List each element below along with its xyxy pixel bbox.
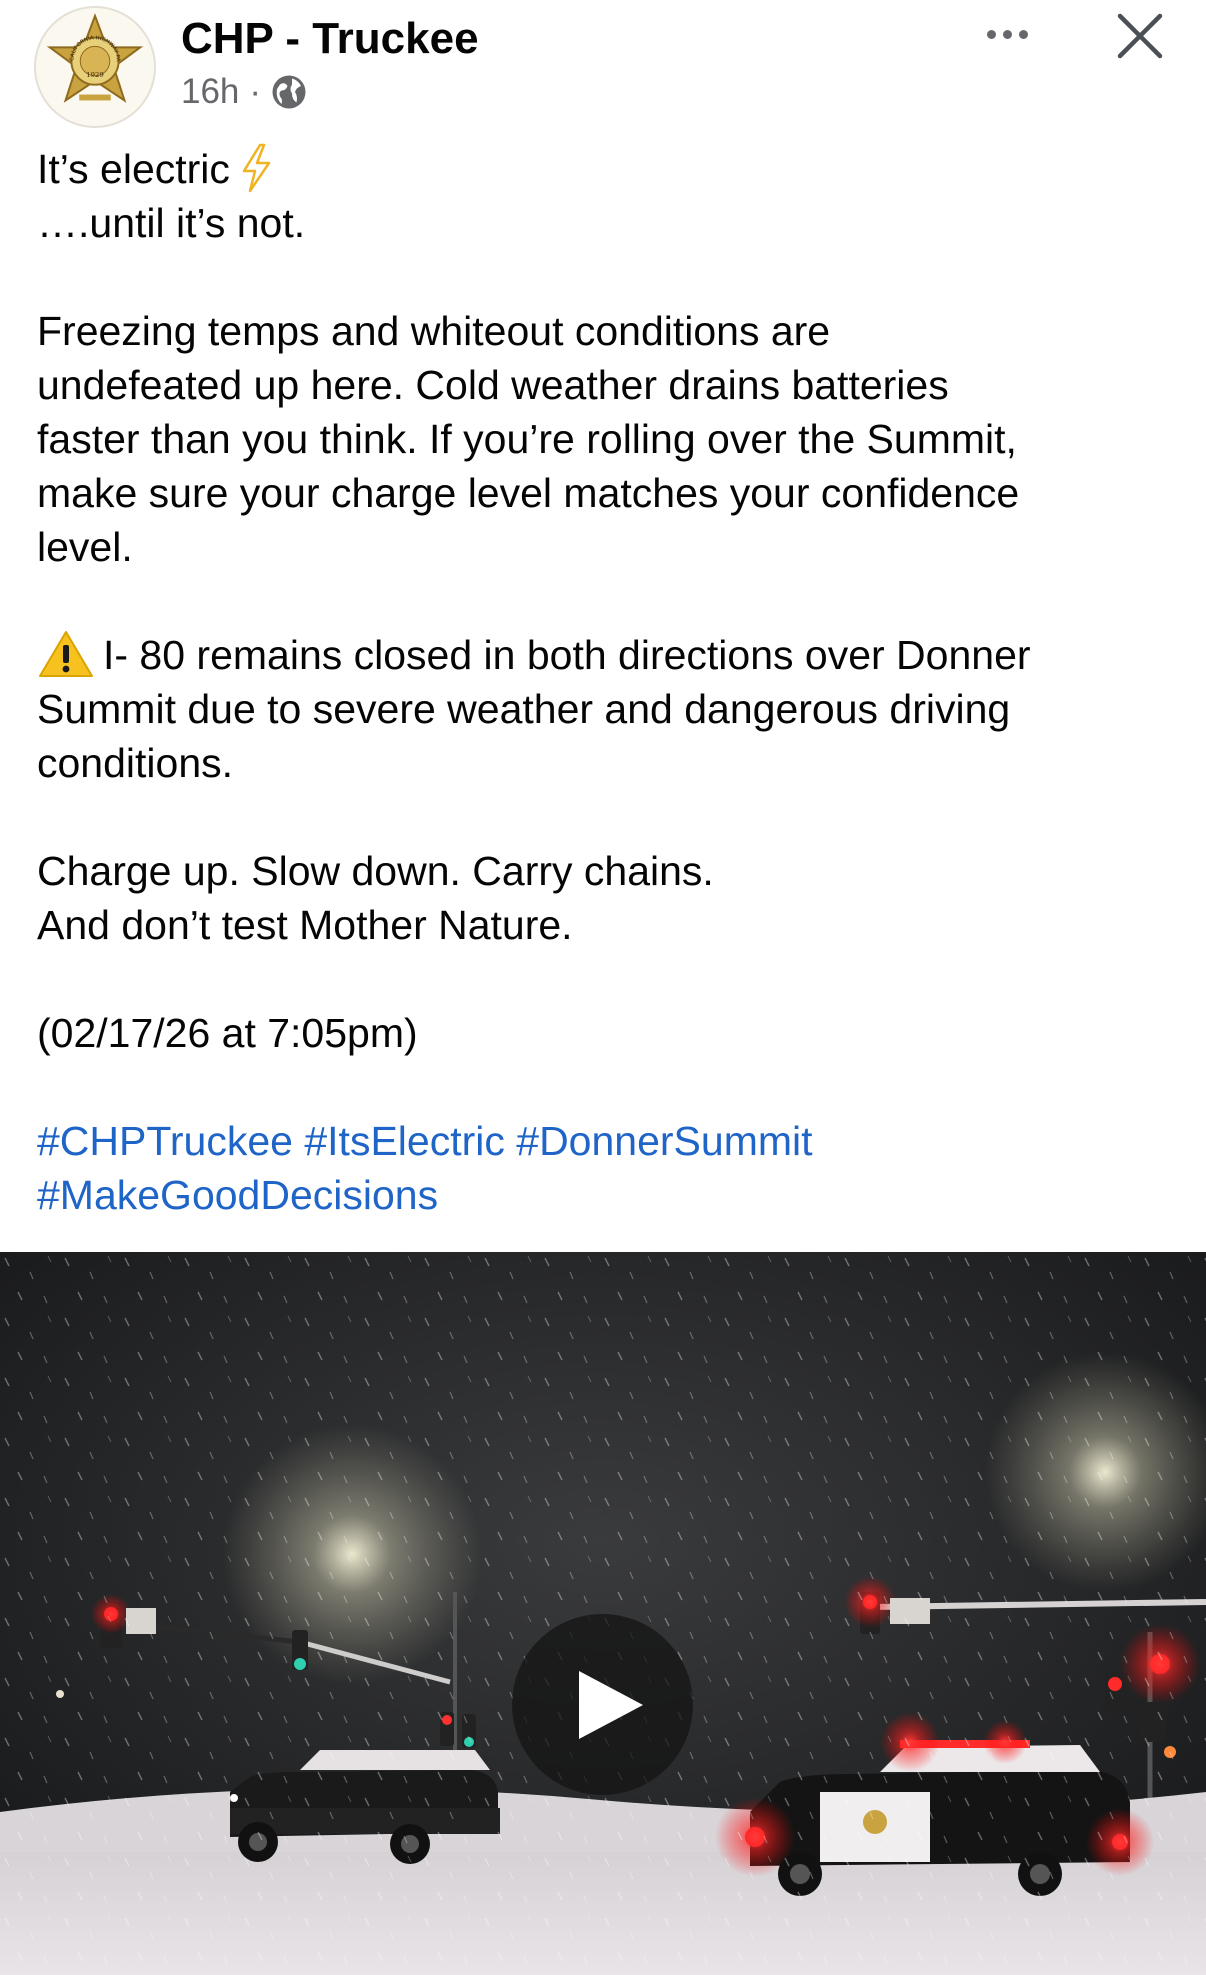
more-dot bbox=[1002, 29, 1012, 39]
video-player[interactable] bbox=[0, 1252, 1206, 1975]
hashtag-link[interactable]: #ItsElectric bbox=[304, 1118, 505, 1164]
globe-icon bbox=[272, 75, 306, 109]
seal-year: 1929 bbox=[86, 71, 104, 79]
post-body: It’s electric ….until it’s not. Freezing… bbox=[37, 142, 1177, 1222]
post-meta: 16h · bbox=[181, 72, 307, 112]
play-button[interactable] bbox=[512, 1614, 693, 1795]
page-name[interactable]: CHP - Truckee bbox=[181, 14, 479, 64]
hashtag-link[interactable]: #CHPTruckee bbox=[37, 1118, 293, 1164]
hashtag-line: #CHPTruckee #ItsElectric #DonnerSummit bbox=[37, 1114, 1177, 1168]
more-dot bbox=[986, 29, 996, 39]
body-line: I- 80 remains closed in both directions … bbox=[37, 628, 1177, 682]
body-line: level. bbox=[37, 524, 133, 570]
more-options-button[interactable] bbox=[975, 12, 1039, 56]
page-avatar[interactable]: CALIFORNIA HIGHWAY PATROL 1929 bbox=[34, 6, 156, 128]
hashtag-line: #MakeGoodDecisions bbox=[37, 1168, 1177, 1222]
chp-badge-icon: CALIFORNIA HIGHWAY PATROL 1929 bbox=[36, 8, 144, 103]
warning-icon bbox=[39, 631, 93, 677]
meta-separator: · bbox=[249, 72, 262, 111]
body-line: undefeated up here. Cold weather drains … bbox=[37, 362, 949, 408]
post-header: CALIFORNIA HIGHWAY PATROL 1929 CHP - Tru… bbox=[0, 0, 1206, 140]
body-line: Charge up. Slow down. Carry chains. bbox=[37, 848, 714, 894]
warning-text: I- 80 remains closed in both directions … bbox=[103, 632, 1031, 678]
more-dot bbox=[1018, 29, 1028, 39]
body-line: It’s electric bbox=[37, 142, 1177, 196]
body-line: conditions. bbox=[37, 740, 234, 786]
body-line: Freezing temps and whiteout conditions a… bbox=[37, 308, 831, 354]
body-line: Summit due to severe weather and dangero… bbox=[37, 686, 1011, 732]
headline-text: It’s electric bbox=[37, 146, 230, 192]
body-line: ….until it’s not. bbox=[37, 200, 306, 246]
body-line: And don’t test Mother Nature. bbox=[37, 902, 573, 948]
hashtag-link[interactable]: #DonnerSummit bbox=[516, 1118, 812, 1164]
body-line: faster than you think. If you’re rolling… bbox=[37, 416, 1017, 462]
post-time[interactable]: 16h bbox=[181, 72, 239, 112]
hashtag-link[interactable]: #MakeGoodDecisions bbox=[37, 1172, 438, 1218]
close-icon[interactable] bbox=[1110, 6, 1170, 66]
play-icon bbox=[578, 1670, 643, 1739]
body-line: make sure your charge level matches your… bbox=[37, 470, 1020, 516]
post-timestamp: (02/17/26 at 7:05pm) bbox=[37, 1010, 418, 1056]
lightning-bolt-icon bbox=[242, 143, 271, 193]
